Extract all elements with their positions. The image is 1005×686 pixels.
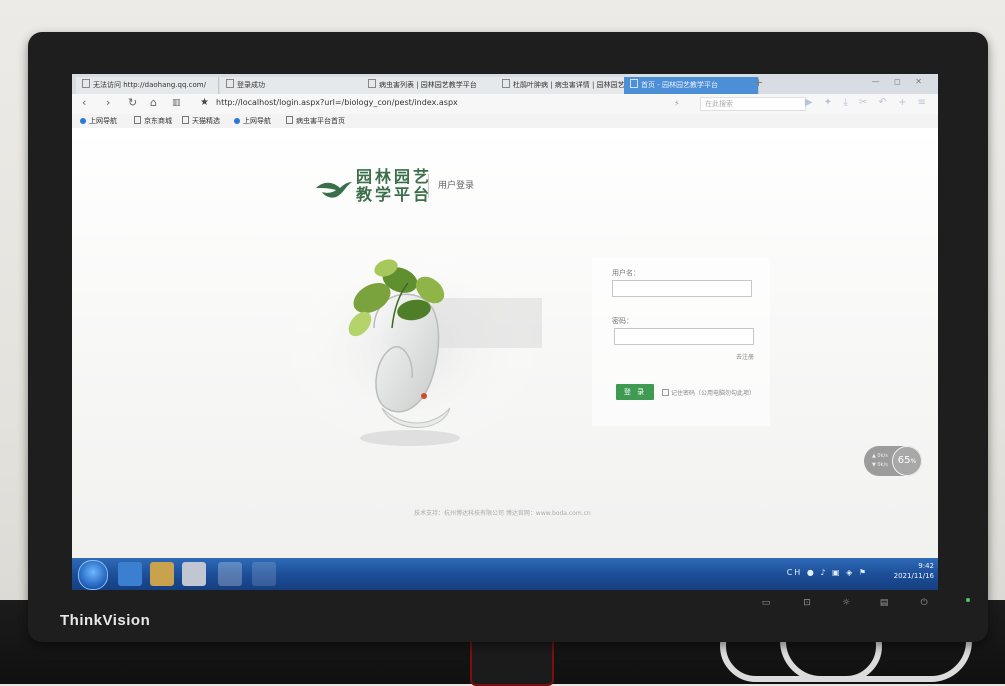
page-icon (226, 79, 234, 88)
page-icon (368, 79, 376, 88)
password-label: 密码： (612, 317, 633, 325)
bookmark-item[interactable]: 天猫精选 (182, 116, 220, 126)
globe-icon (80, 118, 86, 124)
page-icon (182, 116, 189, 124)
address-bar[interactable]: http://localhost/login.aspx?url=/biology… (216, 98, 458, 107)
windows-start-icon[interactable] (78, 560, 108, 590)
login-form: 用户名： 密码： 去注册 登 录 记住密码（公用电脑勿勾此项） (592, 258, 770, 426)
new-tab-icon[interactable]: + (754, 76, 763, 89)
bookmark-label: 上网导航 (243, 117, 271, 125)
page-icon (286, 116, 293, 124)
language-indicator: CH (786, 568, 803, 577)
logo-text: 园林园艺 教学平台 (356, 168, 432, 204)
tab-item-active[interactable]: 首页 - 园林园艺教学平台 (624, 77, 759, 94)
power-led (966, 598, 970, 602)
username-label: 用户名： (612, 269, 640, 277)
speed-value: 65 (897, 455, 911, 466)
monitor-button[interactable]: ⊡ (793, 598, 821, 608)
lightning-icon[interactable]: ⚡ (674, 99, 680, 108)
page-icon (502, 79, 510, 88)
monitor-brand: ThinkVision (60, 612, 151, 629)
power-icon[interactable]: ⏻ (910, 598, 938, 608)
bird-logo-icon (316, 182, 352, 198)
logo-divider (428, 174, 429, 198)
nav-bar: ‹ › ↻ ⌂ ▥ ★ http://localhost/login.aspx?… (72, 94, 938, 115)
logo-line2: 教学平台 (356, 185, 433, 204)
login-page: 园林园艺 教学平台 用户登录 用户名： 密码： 去注册 登 录 记住密码（公用电… (72, 128, 938, 558)
remember-label: 记住密码（公用电脑勿勾此项） (671, 390, 756, 397)
media-player-icon[interactable] (182, 562, 206, 586)
bookmarks-bar: 上网导航 京东商城 天猫精选 上网导航 病虫害平台首页 (72, 114, 938, 129)
page-icon (630, 79, 638, 88)
clock-date: 2021/11/16 (893, 572, 934, 580)
search-input[interactable]: 在此搜索 (700, 97, 806, 111)
speed-widget[interactable]: ▲ 0k/s ▼ 0k/s 65% (864, 446, 922, 476)
window-controls[interactable]: — ◻ ✕ (872, 77, 928, 86)
home-icon[interactable]: ⌂ (150, 96, 157, 109)
logo-line1: 园林园艺 (356, 167, 433, 186)
tab-bar: 无法访问 http://daohang.qq.com/ 登录成功 病虫害列表 |… (72, 74, 938, 94)
system-tray[interactable]: CH ● ♪ ▣ ◈ ⚑ (787, 568, 868, 577)
upload-icon: ▲ 0k/s (872, 453, 888, 459)
screen: 无法访问 http://daohang.qq.com/ 登录成功 病虫害列表 |… (72, 74, 938, 590)
forward-icon[interactable]: › (106, 96, 110, 109)
speed-gauge: 65% (892, 446, 922, 476)
taskbar: CH ● ♪ ▣ ◈ ⚑ 9:42 2021/11/16 (72, 558, 938, 590)
monitor-button[interactable]: ▤ (870, 598, 898, 608)
tab-label: 杜鹃叶肿病 | 病虫害详情 | 园林园艺 (513, 81, 625, 89)
tab-item[interactable]: 杜鹃叶肿病 | 病虫害详情 | 园林园艺 (496, 77, 633, 94)
download-icon: ▼ 0k/s (872, 462, 888, 468)
app-icon[interactable] (252, 562, 276, 586)
tab-label: 病虫害列表 | 园林园艺教学平台 (379, 81, 477, 89)
bookmark-label: 病虫害平台首页 (296, 117, 345, 125)
bookmark-label: 上网导航 (89, 117, 117, 125)
tab-item[interactable]: 登录成功 (220, 77, 363, 94)
page-icon (134, 116, 141, 124)
bookmark-label: 天猫精选 (192, 117, 220, 125)
bookmark-item[interactable]: 上网导航 (234, 116, 271, 126)
back-icon[interactable]: ‹ (82, 96, 86, 109)
toolbar-icons[interactable]: ▶ ✦ ⤓ ✂ ↶ + ≡ (805, 97, 930, 108)
tab-label: 首页 - 园林园艺教学平台 (641, 81, 718, 89)
clock[interactable]: 9:42 2021/11/16 (894, 561, 934, 581)
tab-item[interactable]: 病虫害列表 | 园林园艺教学平台 (362, 77, 503, 94)
bookmark-item[interactable]: 京东商城 (134, 116, 172, 126)
login-button[interactable]: 登 录 (616, 384, 654, 400)
remember-checkbox[interactable] (662, 389, 669, 396)
plant-egg-illustration (282, 243, 542, 453)
page-icon (82, 79, 90, 88)
bookmark-label: 京东商城 (144, 117, 172, 125)
password-input[interactable] (614, 328, 754, 345)
tab-label: 登录成功 (237, 81, 265, 89)
monitor-button[interactable]: ☼ (832, 598, 860, 608)
tab-label: 无法访问 http://daohang.qq.com/ (93, 81, 206, 89)
folder-icon[interactable] (150, 562, 174, 586)
browser-icon[interactable] (218, 562, 242, 586)
speed-unit: % (910, 458, 917, 465)
reader-icon[interactable]: ▥ (172, 98, 181, 108)
refresh-icon[interactable]: ↻ (128, 96, 137, 109)
globe-icon (234, 118, 240, 124)
ie-icon[interactable] (118, 562, 142, 586)
page-subtitle: 用户登录 (438, 181, 475, 191)
bookmark-item[interactable]: 上网导航 (80, 116, 117, 126)
username-input[interactable] (612, 280, 752, 297)
monitor-button[interactable]: ▭ (752, 598, 780, 608)
bookmark-star-icon[interactable]: ★ (200, 97, 209, 108)
clock-time: 9:42 (918, 562, 934, 570)
tab-item[interactable]: 无法访问 http://daohang.qq.com/ (76, 77, 219, 94)
bookmark-item[interactable]: 病虫害平台首页 (286, 116, 345, 126)
page-footer: 技术支持：杭州博达科技有限公司 博达官网：www.boda.com.cn (414, 510, 591, 517)
register-link[interactable]: 去注册 (736, 352, 754, 361)
